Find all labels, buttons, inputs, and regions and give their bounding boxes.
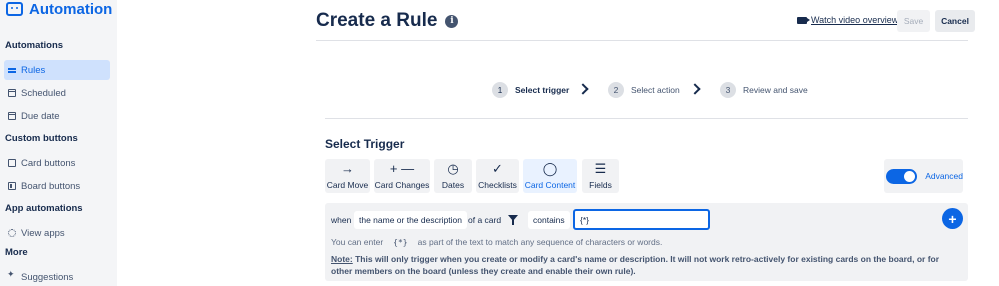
sidebar-item-label: Card buttons [21,157,76,169]
page-title-text: Create a Rule [316,10,438,31]
trigger-label: Card Content [524,180,576,190]
sidebar-item-due-date[interactable]: Due date [4,106,110,126]
divider [325,118,968,119]
trigger-condition-panel: when the name or the description of a ca… [325,203,968,281]
operator-select[interactable]: contains [528,211,570,229]
cancel-button[interactable]: Cancel [935,10,975,32]
save-button[interactable]: Save [897,10,930,32]
sidebar-item-label: Suggestions [21,271,74,283]
step-number: 1 [492,82,508,98]
calendar-icon [8,89,16,97]
hint-wildcard: {*} [393,237,408,247]
sidebar-item-label: Scheduled [21,87,66,99]
sidebar-item-rules[interactable]: Rules [4,60,110,80]
step-select-trigger: 1 Select trigger [492,82,569,98]
advanced-label: Advanced [925,171,963,181]
video-camera-icon [797,16,810,24]
step-number: 3 [720,82,736,98]
section-custom-buttons: Custom buttons [5,133,78,144]
fields-icon: ☰ [594,161,607,176]
divider [316,40,968,41]
section-app-automations: App automations [5,203,83,214]
gear-icon [8,229,16,237]
sidebar-item-scheduled[interactable]: Scheduled [4,83,110,103]
plus-icon: + [948,210,957,227]
step-label: Review and save [743,85,808,95]
section-automations: Automations [5,40,64,51]
page-title: Create a Rule i [316,10,459,32]
sidebar-item-label: Due date [21,110,60,122]
card-icon [8,159,16,167]
hint-text: as part of the text to match any sequenc… [417,237,663,247]
note-label: Note: [331,254,353,264]
sidebar-item-label: Rules [21,64,46,76]
match-text-input[interactable]: {*} [573,209,710,230]
watch-video-label: Watch video overview [811,15,899,25]
trigger-label: Fields [589,180,612,190]
sidebar-item-suggestions[interactable]: Suggestions [4,267,110,286]
plus-minus-icon: + — [389,161,415,176]
step-review-and-save: 3 Review and save [720,82,808,98]
trigger-label: Checklists [478,180,517,190]
step-number: 2 [608,82,624,98]
sidebar-item-label: Board buttons [21,180,81,192]
trigger-checklists[interactable]: ✓ Checklists [476,159,519,193]
arrow-right-icon: → [341,161,354,176]
automation-brand[interactable]: Automation [6,0,112,18]
advanced-toggle-box: Advanced [884,159,963,193]
sparkle-icon [7,269,16,281]
trigger-card-move[interactable]: → Card Move [325,159,370,193]
add-trigger-button[interactable]: + [942,208,963,229]
comment-icon: ◯ [542,161,558,176]
trigger-label: Card Changes [374,180,430,190]
trigger-card-content[interactable]: ◯ Card Content [523,159,577,193]
automation-robot-icon [6,2,23,16]
sidebar: Automation Automations Rules Scheduled D… [0,0,117,286]
step-label: Select action [631,85,680,95]
clock-icon: ◷ [447,161,459,176]
brand-label: Automation [29,0,113,18]
field-select[interactable]: the name or the description [354,211,468,229]
sidebar-item-label: View apps [21,227,65,239]
chevron-right-icon [577,83,589,95]
trigger-dates[interactable]: ◷ Dates [434,159,472,193]
watch-video-link[interactable]: Watch video overview [797,15,898,25]
match-hint: You can enter {*} as part of the text to… [331,237,662,247]
chevron-right-icon [689,83,701,95]
sidebar-item-view-apps[interactable]: View apps [4,223,110,243]
trigger-note: Note: This will only trigger when you cr… [331,253,941,277]
advanced-toggle[interactable] [886,168,918,184]
check-icon: ✓ [492,161,503,176]
trigger-card-changes[interactable]: + — Card Changes [374,159,430,193]
when-label: when [331,215,352,225]
board-icon [8,182,16,190]
step-select-action: 2 Select action [608,82,680,98]
sidebar-item-board-buttons[interactable]: Board buttons [4,176,110,196]
info-icon[interactable]: i [445,14,459,28]
rules-icon [8,66,16,74]
trigger-fields[interactable]: ☰ Fields [582,159,619,193]
section-more: More [5,247,28,258]
step-label: Select trigger [515,85,570,95]
filter-icon[interactable] [508,215,518,225]
sidebar-item-card-buttons[interactable]: Card buttons [4,153,110,173]
hint-text: You can enter [331,237,384,247]
of-a-card-label: of a card [468,215,502,225]
trigger-label: Card Move [326,180,369,190]
note-text: This will only trigger when you create o… [331,254,940,276]
trigger-label: Dates [441,180,465,190]
select-trigger-heading: Select Trigger [325,137,405,151]
calendar-icon [8,112,16,120]
